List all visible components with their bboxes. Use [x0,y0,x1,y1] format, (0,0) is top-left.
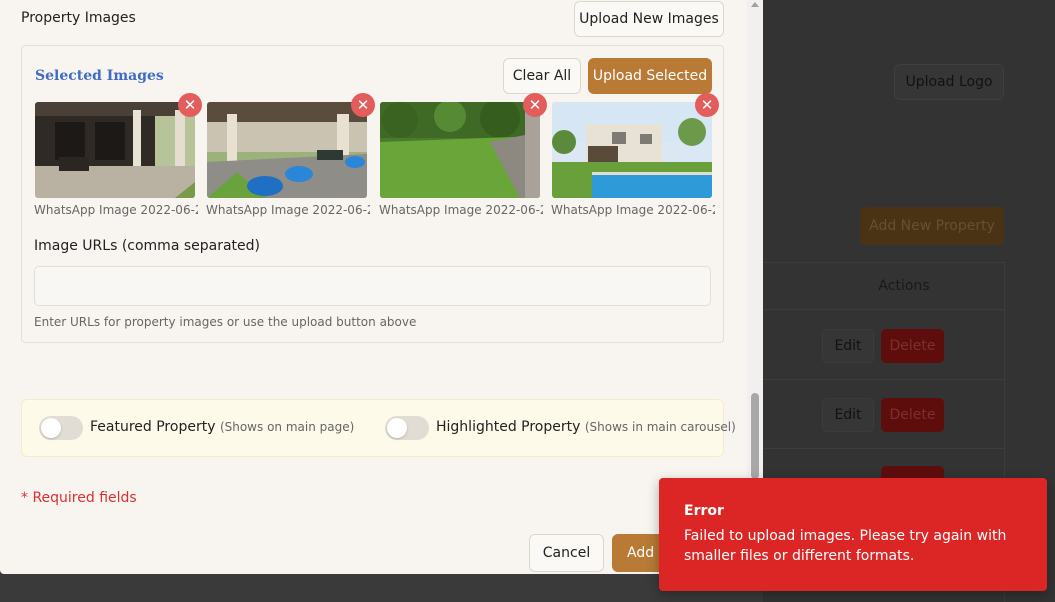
image-urls-help: Enter URLs for property images or use th… [34,315,417,329]
error-toast[interactable]: Error Failed to upload images. Please tr… [659,478,1047,591]
remove-image-icon[interactable]: ✕ [695,93,719,117]
toast-title: Error [684,503,724,519]
add-property-modal: Property Images Upload New Images Select… [0,0,763,574]
clear-all-button[interactable]: Clear All [503,58,581,94]
highlighted-label: Highlighted Property (Shows in main caro… [436,419,736,435]
toggle-knob [41,418,61,438]
required-fields-note: * Required fields [21,490,137,506]
selected-images-title: Selected Images [35,68,164,84]
image-urls-label: Image URLs (comma separated) [34,238,261,254]
remove-image-icon[interactable]: ✕ [523,93,547,117]
table-row: Edit Delete [763,311,1005,380]
delete-button[interactable]: Delete [881,398,944,432]
cancel-button[interactable]: Cancel [529,534,604,572]
toast-message: Failed to upload images. Please try agai… [684,528,1007,564]
featured-toggle[interactable] [39,416,83,440]
remove-image-icon[interactable]: ✕ [351,93,375,117]
selected-images-panel: Selected Images Clear All Upload Selecte… [21,45,724,343]
upload-selected-button[interactable]: Upload Selected [588,58,712,94]
featured-label-text: Featured Property [90,419,216,435]
highlighted-toggle[interactable] [385,416,429,440]
property-flags-panel: Featured Property (Shows on main page) H… [21,399,736,457]
image-thumbnail [207,102,367,198]
scroll-up-arrow-icon[interactable] [751,2,759,7]
featured-hint: (Shows on main page) [219,420,355,434]
toggle-knob [387,418,407,438]
image-filename: WhatsApp Image 2022-06-2... [206,203,370,217]
image-urls-input[interactable] [34,266,711,306]
table-row: Edit Delete [763,380,1005,449]
image-thumbnail [35,102,195,198]
add-new-property-button[interactable]: Add New Property [860,207,1004,245]
delete-button[interactable]: Delete [881,329,944,363]
image-thumbnail [380,102,540,198]
upload-logo-button[interactable]: Upload Logo [894,64,1004,100]
image-filename: WhatsApp Image 2022-06-2... [34,203,198,217]
image-thumbnail [552,102,712,198]
scrollbar-thumb[interactable] [751,393,759,479]
image-filename: WhatsApp Image 2022-06-2... [379,203,543,217]
edit-button[interactable]: Edit [822,329,874,363]
image-filename: WhatsApp Image 2022-06-2... [551,203,715,217]
edit-button[interactable]: Edit [822,398,874,432]
table-header-actions: Actions [763,262,1005,310]
section-title: Property Images [21,10,136,26]
highlighted-hint: (Shows in main carousel) [584,420,736,434]
featured-label: Featured Property (Shows on main page) [90,419,354,435]
remove-image-icon[interactable]: ✕ [178,93,202,117]
upload-new-images-button[interactable]: Upload New Images [574,1,724,37]
highlighted-label-text: Highlighted Property [436,419,581,435]
